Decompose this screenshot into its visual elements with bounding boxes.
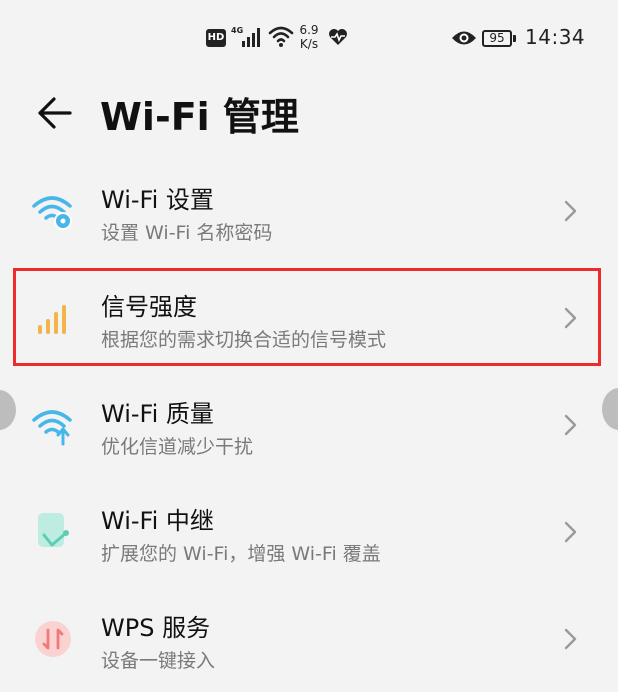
list-item-wps[interactable]: WPS 服务 设备一键接入 bbox=[0, 586, 618, 692]
battery-icon: 95 bbox=[482, 30, 512, 47]
header: Wi-Fi 管理 bbox=[0, 78, 618, 158]
network-speed: 6.9 K/s bbox=[297, 23, 321, 51]
hd-icon: HD bbox=[206, 29, 226, 47]
chevron-right-icon bbox=[560, 626, 580, 652]
item-subtitle: 设备一键接入 bbox=[101, 650, 216, 672]
battery-cap bbox=[513, 35, 516, 42]
item-title: WPS 服务 bbox=[101, 614, 211, 642]
clock: 14:34 bbox=[525, 25, 586, 49]
chevron-right-icon bbox=[560, 519, 580, 545]
item-title: Wi-Fi 质量 bbox=[101, 400, 214, 428]
back-button[interactable] bbox=[30, 90, 82, 136]
speed-unit: K/s bbox=[299, 37, 319, 51]
highlight-box bbox=[13, 268, 601, 366]
list-item-wifi-relay[interactable]: Wi-Fi 中继 扩展您的 Wi-Fi，增强 Wi-Fi 覆盖 bbox=[0, 479, 618, 585]
item-title: Wi-Fi 中继 bbox=[101, 507, 214, 535]
wifi-relay-icon bbox=[30, 509, 76, 555]
arrow-left-icon bbox=[30, 97, 82, 140]
list-item-wifi-settings[interactable]: Wi-Fi 设置 设置 Wi-Fi 名称密码 bbox=[0, 158, 618, 264]
list-item-wifi-quality[interactable]: Wi-Fi 质量 优化信道减少干扰 bbox=[0, 372, 618, 478]
heart-icon bbox=[327, 27, 349, 47]
chevron-right-icon bbox=[560, 412, 580, 438]
status-bar: HD 4G 6.9 K/s 95 14:34 bbox=[0, 0, 618, 78]
chevron-right-icon bbox=[560, 198, 580, 224]
speed-value: 6.9 bbox=[299, 23, 319, 37]
eye-icon bbox=[451, 29, 477, 47]
item-title: Wi-Fi 设置 bbox=[101, 186, 214, 214]
network-type-label: 4G bbox=[231, 26, 243, 35]
wps-icon bbox=[30, 616, 76, 662]
signal-4g-icon: 4G bbox=[230, 24, 264, 50]
wifi-icon bbox=[268, 25, 294, 49]
page-title: Wi-Fi 管理 bbox=[100, 95, 299, 139]
item-subtitle: 扩展您的 Wi-Fi，增强 Wi-Fi 覆盖 bbox=[101, 543, 381, 565]
item-subtitle: 设置 Wi-Fi 名称密码 bbox=[101, 222, 273, 244]
item-subtitle: 优化信道减少干扰 bbox=[101, 436, 254, 458]
wifi-settings-icon bbox=[30, 188, 76, 234]
wifi-quality-icon bbox=[30, 402, 76, 448]
